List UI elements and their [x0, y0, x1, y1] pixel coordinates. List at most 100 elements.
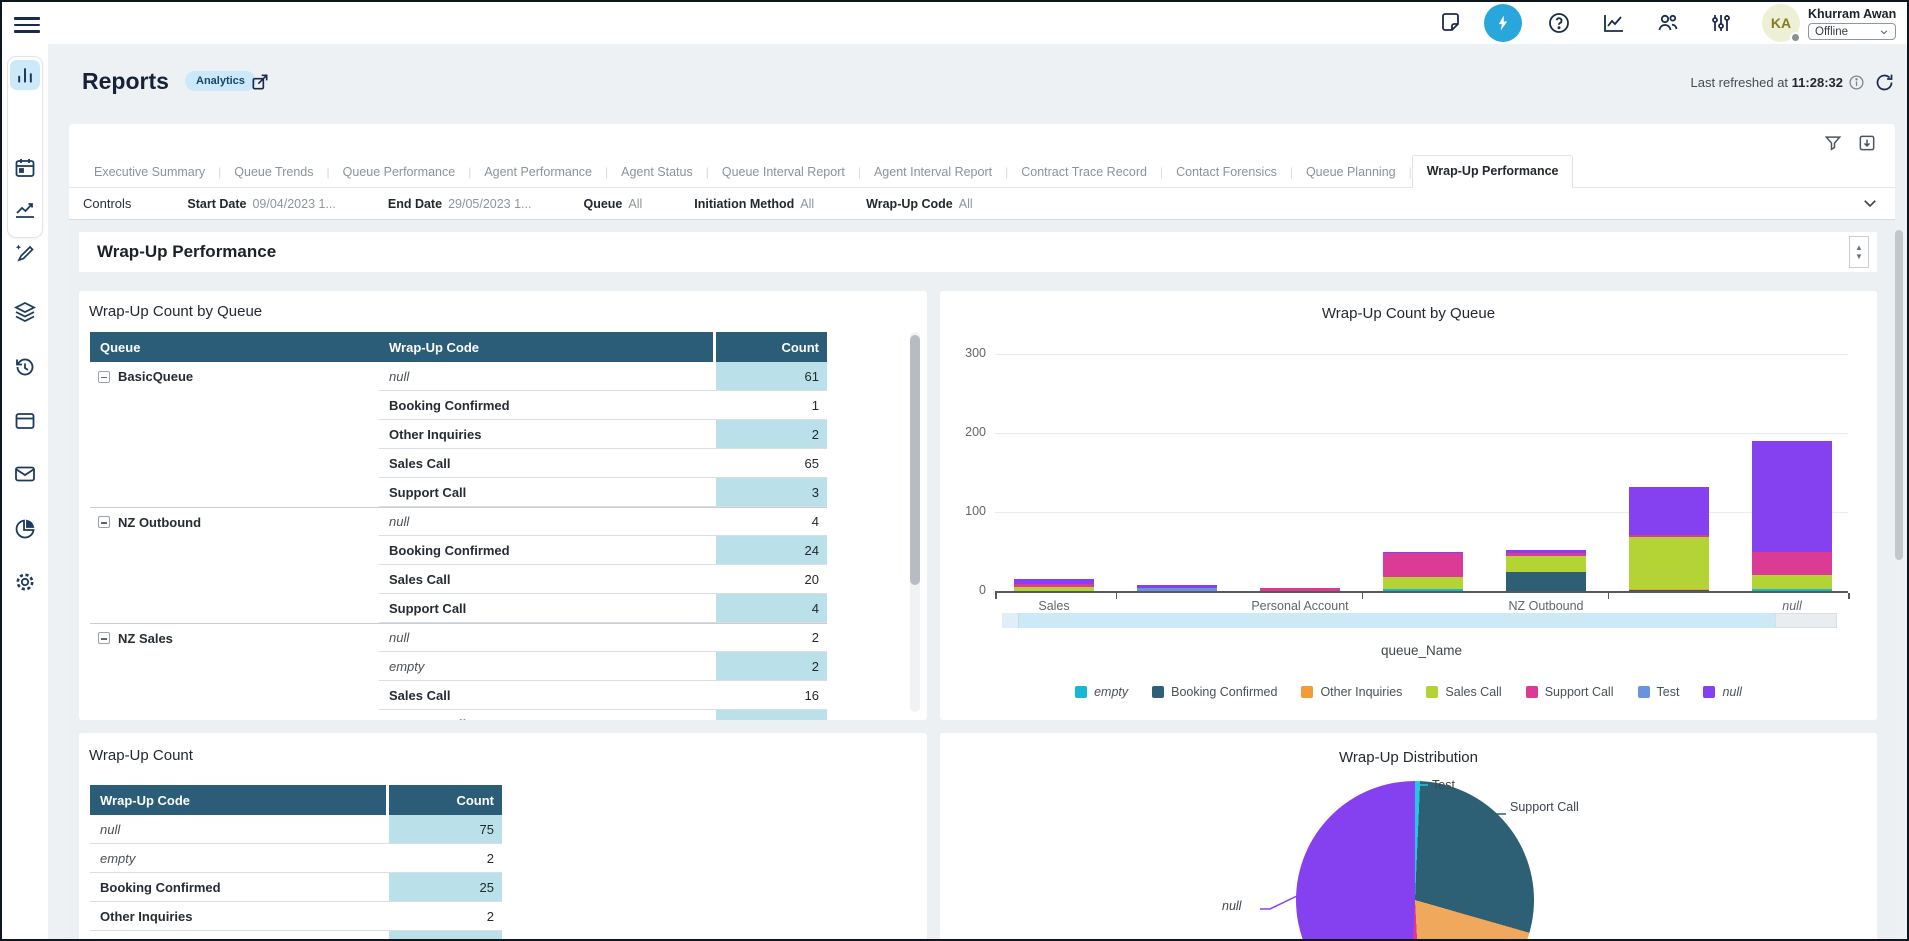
legend-item-sales-call[interactable]: Sales Call	[1426, 685, 1501, 699]
sidebar-item-layers[interactable]	[13, 300, 37, 324]
table-row: empty2	[90, 844, 502, 873]
count-header-code[interactable]: Wrap-Up Code	[90, 785, 386, 815]
legend-item-test[interactable]: Test	[1638, 685, 1680, 699]
tab-queue-interval-report[interactable]: Queue Interval Report	[709, 158, 858, 187]
bar-category-0[interactable]	[1014, 579, 1094, 591]
tab-agent-status[interactable]: Agent Status	[608, 158, 706, 187]
bar-segment-support-call[interactable]	[1752, 552, 1832, 576]
pivot-header-queue[interactable]: Queue	[90, 332, 379, 362]
sheet-scroll-spinner[interactable]: ▲▼	[1849, 236, 1869, 268]
filter-icon[interactable]	[1823, 133, 1843, 153]
collapse-toggle[interactable]	[98, 516, 110, 528]
page-scrollbar-thumb[interactable]	[1895, 230, 1903, 560]
external-link-icon[interactable]	[250, 72, 270, 92]
tab-queue-performance[interactable]: Queue Performance	[330, 158, 469, 187]
sidebar-item-settings[interactable]	[13, 570, 37, 594]
sidebar-item-design[interactable]	[13, 240, 37, 264]
legend-item-empty[interactable]: empty	[1075, 685, 1128, 699]
collapse-toggle[interactable]	[98, 371, 110, 383]
scrollbar-fill[interactable]	[1019, 613, 1775, 628]
bar-segment-support-call[interactable]	[1260, 588, 1340, 591]
bar-segment-test[interactable]	[1137, 588, 1217, 591]
bolt-icon[interactable]	[1484, 4, 1522, 42]
tab-contact-forensics[interactable]: Contact Forensics	[1163, 158, 1290, 187]
agents-icon[interactable]	[1656, 11, 1680, 35]
legend-item-null[interactable]: null	[1703, 685, 1741, 699]
controls-filters: Start Date09/04/2023 1... End Date29/05/2…	[187, 197, 1024, 211]
info-icon[interactable]	[1848, 74, 1865, 91]
bar-segment-empty[interactable]	[1383, 589, 1463, 591]
bar-category-3[interactable]	[1383, 552, 1463, 591]
sidebar-item-reports[interactable]	[10, 60, 40, 90]
chart-data-scrollbar[interactable]	[1002, 613, 1837, 628]
bar-category-5[interactable]	[1629, 487, 1709, 591]
tab-contract-trace-record[interactable]: Contract Trace Record	[1008, 158, 1160, 187]
tab-queue-planning[interactable]: Queue Planning	[1293, 158, 1409, 187]
count-header-count[interactable]: Count	[389, 785, 502, 815]
bar-category-2[interactable]	[1260, 588, 1340, 591]
tab-executive-summary[interactable]: Executive Summary	[81, 158, 218, 187]
count-code-cell: empty	[90, 844, 386, 873]
control-start-date[interactable]: Start Date09/04/2023 1...	[187, 197, 335, 211]
pivot-scrollbar-thumb[interactable]	[910, 335, 920, 585]
legend-swatch	[1152, 686, 1164, 698]
bar-category-6[interactable]	[1752, 441, 1832, 591]
legend-item-booking-confirmed[interactable]: Booking Confirmed	[1152, 685, 1277, 699]
tab-agent-performance[interactable]: Agent Performance	[471, 158, 605, 187]
notes-icon[interactable]	[1440, 11, 1464, 35]
bar-category-4[interactable]	[1506, 550, 1586, 591]
avatar[interactable]: KA	[1762, 4, 1800, 42]
y-axis-tick-label: 0	[948, 583, 986, 597]
pivot-header-count[interactable]: Count	[716, 332, 827, 362]
bar-segment-sales-call[interactable]	[1014, 587, 1094, 591]
control-queue[interactable]: QueueAll	[583, 197, 642, 211]
bar-segment-sales-call[interactable]	[1629, 537, 1709, 588]
legend-item-other-inquiries[interactable]: Other Inquiries	[1301, 685, 1402, 699]
bar-segment-null[interactable]	[1629, 487, 1709, 535]
line-chart-icon[interactable]	[1602, 11, 1626, 35]
sidebar-item-pie[interactable]	[13, 517, 37, 541]
refresh-icon[interactable]	[1874, 72, 1895, 93]
pivot-scrollbar-track[interactable]	[910, 332, 920, 712]
tab-queue-trends[interactable]: Queue Trends	[221, 158, 326, 187]
pivot-count-cell: 1	[716, 391, 827, 420]
sliders-icon[interactable]	[1709, 11, 1733, 35]
control-end-date[interactable]: End Date29/05/2023 1...	[388, 197, 532, 211]
tab-wrap-up-performance[interactable]: Wrap-Up Performance	[1412, 155, 1574, 188]
control-wrap-up-code[interactable]: Wrap-Up CodeAll	[866, 197, 972, 211]
bar-chart-panel: Wrap-Up Count by Queue 3002001000SalesPe…	[940, 291, 1877, 720]
count-count-cell: 2	[389, 844, 502, 873]
bar-segment-empty[interactable]	[1752, 589, 1832, 591]
sidebar-item-analytics[interactable]	[13, 198, 37, 222]
status-dropdown[interactable]: Offline	[1808, 23, 1896, 40]
bar-segment-sales-call[interactable]	[1383, 577, 1463, 590]
bar-segment-sales-call[interactable]	[1506, 556, 1586, 572]
bar-segment-sales-call[interactable]	[1752, 575, 1832, 589]
queue-name: NZ Sales	[118, 631, 173, 646]
x-axis-title: queue_Name	[995, 643, 1848, 658]
tab-agent-interval-report[interactable]: Agent Interval Report	[861, 158, 1005, 187]
sidebar-item-history[interactable]	[13, 355, 37, 379]
hamburger-icon[interactable]	[14, 13, 40, 33]
collapse-toggle[interactable]	[98, 632, 110, 644]
bar-category-1[interactable]	[1137, 585, 1217, 591]
sidebar-item-calendar[interactable]	[13, 156, 37, 180]
pie-chart[interactable]	[1296, 781, 1534, 941]
table-row: empty2	[90, 652, 904, 681]
scrollbar-left-cap[interactable]	[1002, 613, 1019, 628]
pivot-header-code[interactable]: Wrap-Up Code	[379, 332, 713, 362]
sidebar-item-mail[interactable]	[13, 462, 37, 486]
bar-segment-null[interactable]	[1752, 441, 1832, 552]
legend-item-support-call[interactable]: Support Call	[1526, 685, 1614, 699]
bar-segment-booking-confirmed[interactable]	[1506, 572, 1586, 591]
control-initiation-method[interactable]: Initiation MethodAll	[694, 197, 814, 211]
export-icon[interactable]	[1857, 133, 1877, 153]
legend-label: Test	[1657, 685, 1680, 699]
sidebar-item-window[interactable]	[13, 409, 37, 433]
controls-expand-icon[interactable]	[1861, 194, 1879, 212]
bar-segment-support-call[interactable]	[1383, 553, 1463, 577]
bar-segment-booking-confirmed[interactable]	[1629, 590, 1709, 591]
scrollbar-handle[interactable]	[1775, 613, 1837, 628]
help-icon[interactable]	[1547, 11, 1571, 35]
table-row: Sales Call20	[90, 565, 904, 594]
